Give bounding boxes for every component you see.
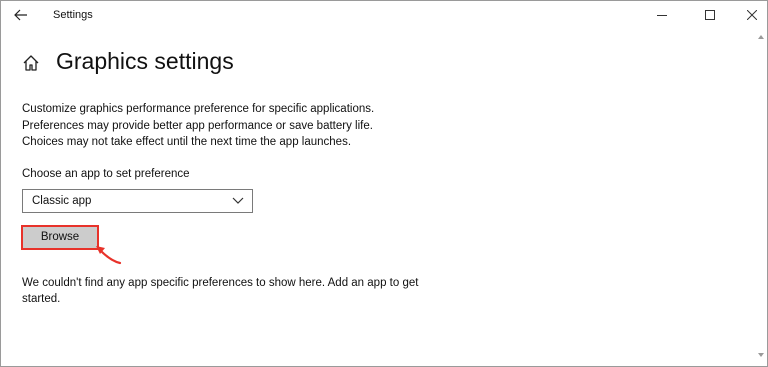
empty-state-message: We couldn't find any app specific prefer… — [22, 277, 419, 305]
description-line: Preferences may provide better app perfo… — [22, 119, 373, 132]
title-bar: Settings — [1, 1, 767, 31]
maximize-button[interactable] — [687, 1, 733, 31]
back-arrow-icon — [14, 9, 27, 21]
back-button[interactable] — [9, 4, 35, 28]
browse-button[interactable]: Browse — [21, 225, 99, 250]
scroll-down-icon[interactable] — [757, 351, 765, 359]
settings-window: Settings Graphics settings Customize gra… — [0, 0, 768, 367]
minimize-icon — [657, 15, 667, 16]
close-button[interactable] — [729, 1, 768, 31]
description-line: Choices may not take effect until the ne… — [22, 136, 352, 148]
annotation-arrow-icon — [96, 246, 122, 265]
minimize-button[interactable] — [639, 1, 685, 31]
dropdown-selected-value: Classic app — [32, 195, 92, 207]
description-line: Customize graphics performance preferenc… — [22, 103, 375, 115]
chevron-down-icon — [232, 197, 244, 204]
maximize-icon — [705, 10, 715, 20]
page-title: Graphics settings — [56, 48, 234, 74]
choose-app-label: Choose an app to set preference — [22, 168, 190, 180]
app-title: Settings — [53, 9, 93, 21]
home-icon[interactable] — [21, 53, 41, 73]
description: Customize graphics performance preferenc… — [22, 101, 442, 151]
app-type-dropdown[interactable]: Classic app — [22, 189, 253, 213]
close-icon — [747, 10, 757, 20]
scroll-up-icon[interactable] — [757, 33, 765, 41]
